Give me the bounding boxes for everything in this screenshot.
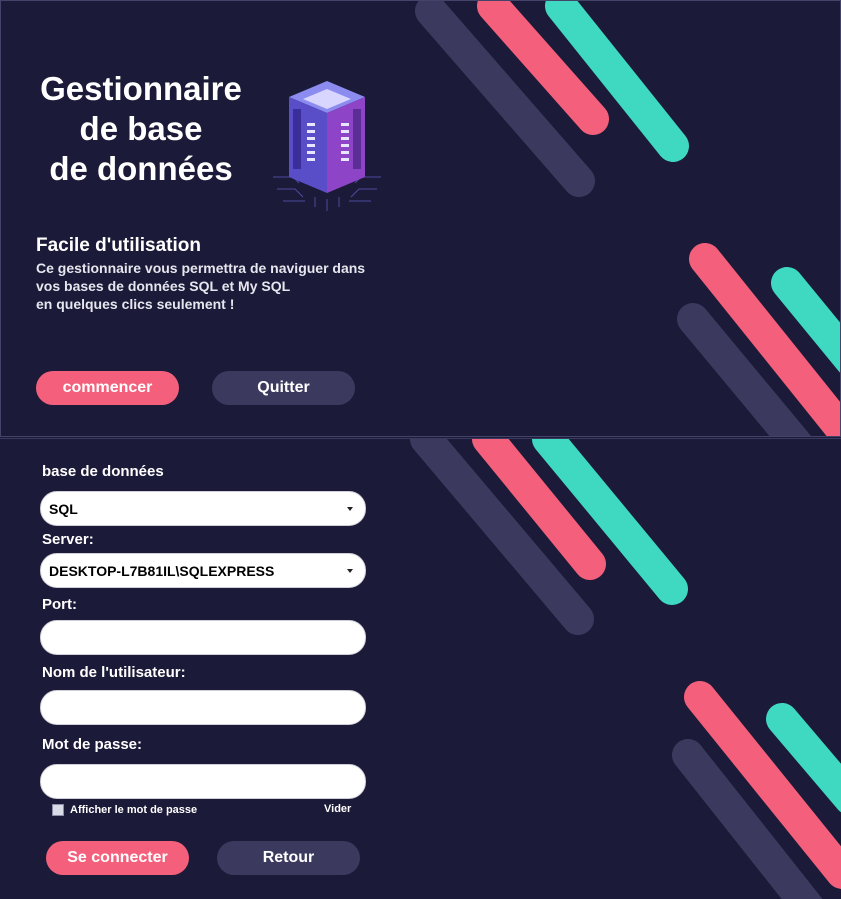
back-button[interactable]: Retour — [217, 841, 360, 875]
server-select[interactable]: DESKTOP-L7B81IL\SQLEXPRESS — [40, 553, 366, 588]
feature-description: Ce gestionnaire vous permettra de navigu… — [36, 259, 456, 313]
username-label: Nom de l'utilisateur: — [42, 664, 186, 681]
database-server-icon — [273, 81, 381, 211]
server-value: DESKTOP-L7B81IL\SQLEXPRESS — [49, 562, 275, 579]
database-type-select[interactable]: SQL — [40, 491, 366, 526]
title-line: de base — [79, 110, 203, 147]
database-type-label: base de données — [42, 463, 164, 480]
description-line: Ce gestionnaire vous permettra de navigu… — [36, 260, 366, 276]
username-input[interactable] — [40, 690, 366, 725]
port-label: Port: — [42, 596, 77, 613]
chevron-down-icon — [347, 569, 353, 573]
title-line: Gestionnaire — [40, 70, 242, 107]
app-title: Gestionnaire de base de données — [25, 69, 257, 189]
start-button[interactable]: commencer — [36, 371, 179, 405]
chevron-down-icon — [347, 507, 353, 511]
show-password-toggle[interactable]: Afficher le mot de passe — [52, 804, 197, 816]
connect-button[interactable]: Se connecter — [46, 841, 189, 875]
quit-button[interactable]: Quitter — [212, 371, 355, 405]
port-input[interactable] — [40, 620, 366, 655]
password-label: Mot de passe: — [42, 736, 143, 753]
show-password-checkbox[interactable] — [52, 804, 64, 816]
title-line: de données — [49, 150, 233, 187]
show-password-label: Afficher le mot de passe — [70, 804, 198, 816]
clear-button[interactable]: Vider — [324, 803, 351, 815]
database-type-value: SQL — [49, 500, 78, 517]
description-line: vos bases de données SQL et My SQL — [36, 278, 291, 294]
welcome-panel: Gestionnaire de base de données Facile d… — [0, 0, 841, 437]
description-line: en quelques clics seulement ! — [36, 296, 235, 312]
feature-heading: Facile d'utilisation — [36, 235, 201, 256]
password-input[interactable] — [40, 764, 366, 799]
server-label: Server: — [42, 531, 94, 548]
